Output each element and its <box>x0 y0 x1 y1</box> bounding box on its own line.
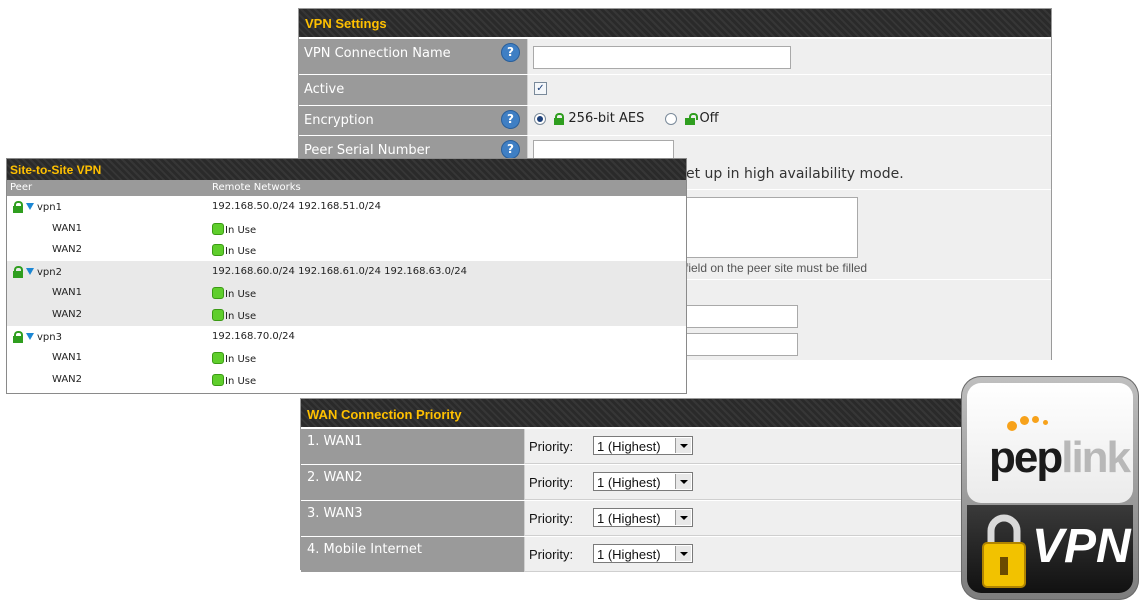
encryption-label: Encryption ? <box>299 106 527 135</box>
wan-name: WAN2 <box>52 308 83 320</box>
vpn-wordmark: VPN <box>1032 520 1131 573</box>
wan-label: 2. WAN2 <box>301 465 524 500</box>
wan-status: In Use <box>225 246 257 258</box>
peer-name: vpn3 <box>37 331 62 343</box>
lock-closed-icon <box>13 201 23 213</box>
site-to-site-vpn-panel: Site-to-Site VPN Peer Remote Networks vp… <box>6 158 687 394</box>
status-green-icon <box>212 373 224 386</box>
priority-label: Priority: <box>529 511 574 526</box>
wan-priority-row: 3. WAN3 Priority: 1 (Highest) <box>301 500 1001 536</box>
dropdown-arrow-icon[interactable] <box>675 510 691 525</box>
peer-row-vpn1[interactable]: vpn1 192.168.50.0/24 192.168.51.0/24 <box>7 196 686 218</box>
wan-status-row: WAN2 In Use <box>7 303 686 326</box>
status-green-icon <box>212 244 224 257</box>
wan-status-row: WAN1 In Use <box>7 347 686 369</box>
wan-status: In Use <box>225 224 257 236</box>
peer-row-vpn2[interactable]: vpn2 192.168.60.0/24 192.168.61.0/24 192… <box>7 260 686 283</box>
vpn-connection-name-input[interactable] <box>533 46 791 69</box>
wan-status-row: WAN1 In Use <box>7 218 686 240</box>
wan-priority-panel: WAN Connection Priority 1. WAN1 Priority… <box>300 398 1002 572</box>
peer-name: vpn1 <box>37 202 62 213</box>
remote-networks: 192.168.60.0/24 192.168.61.0/24 192.168.… <box>212 265 468 277</box>
lock-closed-icon <box>13 330 23 343</box>
encryption-off-radio[interactable] <box>665 112 678 125</box>
priority-select[interactable]: 1 (Highest) <box>593 508 693 527</box>
active-checkbox[interactable]: ✓ <box>534 82 547 95</box>
wan-priority-row: 4. Mobile Internet Priority: 1 (Highest) <box>301 536 1001 572</box>
wan-status: In Use <box>225 375 257 387</box>
wan-name: WAN1 <box>52 352 83 364</box>
vpn-settings-title: VPN Settings <box>299 9 1051 37</box>
help-icon[interactable]: ? <box>501 140 520 159</box>
status-green-icon <box>212 352 224 365</box>
encryption-off-label: Off <box>699 111 719 126</box>
wan-status-row: WAN1 In Use <box>7 282 686 304</box>
priority-select[interactable]: 1 (Highest) <box>593 436 693 455</box>
vpn-connection-name-row: VPN Connection Name ? <box>299 38 1051 74</box>
wan-priority-title: WAN Connection Priority <box>301 399 1001 427</box>
status-green-icon <box>212 308 224 321</box>
site-to-site-column-header: Peer Remote Networks <box>7 180 686 196</box>
peer-name: vpn2 <box>37 266 62 278</box>
wan-priority-row: 1. WAN1 Priority: 1 (Highest) <box>301 428 1001 464</box>
wan-label: 4. Mobile Internet <box>301 537 524 572</box>
expand-triangle-icon[interactable] <box>26 267 34 275</box>
wan-name: WAN1 <box>52 222 83 234</box>
padlock-icon <box>982 514 1026 588</box>
vpn-connection-name-label: VPN Connection Name ? <box>299 39 527 74</box>
priority-label: Priority: <box>529 547 574 562</box>
priority-label: Priority: <box>529 475 574 490</box>
dropdown-arrow-icon[interactable] <box>675 474 691 489</box>
site-to-site-title: Site-to-Site VPN <box>7 159 686 180</box>
wan-name: WAN1 <box>52 287 83 299</box>
wan-status: In Use <box>225 354 257 366</box>
peer-column-header: Peer <box>10 182 33 193</box>
peplink-logo: peplink <box>989 433 1131 482</box>
encryption-row: Encryption ? 256-bit AES Off <box>299 105 1051 135</box>
lock-open-icon <box>685 112 699 125</box>
encryption-aes-label: 256-bit AES <box>568 111 645 126</box>
dropdown-arrow-icon[interactable] <box>675 438 691 453</box>
priority-label: Priority: <box>529 439 574 454</box>
remote-networks: 192.168.70.0/24 <box>212 330 295 342</box>
status-green-icon <box>212 287 224 300</box>
wan-name: WAN2 <box>52 373 83 385</box>
status-green-icon <box>212 222 224 235</box>
dropdown-arrow-icon[interactable] <box>675 546 691 561</box>
lock-closed-icon <box>13 265 23 278</box>
wan-status-row: WAN2 In Use <box>7 369 686 391</box>
expand-triangle-icon[interactable] <box>26 332 34 340</box>
active-row: Active ✓ <box>299 74 1051 105</box>
help-icon[interactable]: ? <box>501 43 520 62</box>
lock-closed-icon <box>554 112 565 125</box>
wan-label: 3. WAN3 <box>301 501 524 536</box>
remote-networks: 192.168.50.0/24 192.168.51.0/24 <box>212 201 381 212</box>
wan-name: WAN2 <box>52 244 83 256</box>
peer-row-vpn3[interactable]: vpn3 192.168.70.0/24 <box>7 326 686 348</box>
encryption-aes-radio[interactable] <box>534 112 546 125</box>
remote-networks-column-header: Remote Networks <box>212 182 301 193</box>
wan-status: In Use <box>225 289 257 301</box>
priority-select[interactable]: 1 (Highest) <box>593 544 693 563</box>
peer-field-note: field on the peer site must be filled <box>685 261 868 275</box>
help-icon[interactable]: ? <box>501 110 520 129</box>
expand-triangle-icon[interactable] <box>26 203 34 210</box>
ha-note: et up in high availability mode. <box>686 166 904 182</box>
wan-label: 1. WAN1 <box>301 429 524 464</box>
wan-status: In Use <box>225 310 257 322</box>
active-label: Active <box>299 75 527 105</box>
peplink-vpn-badge: peplink VPN <box>961 376 1139 600</box>
priority-select[interactable]: 1 (Highest) <box>593 472 693 491</box>
wan-status-row: WAN2 In Use <box>7 239 686 261</box>
wan-priority-row: 2. WAN2 Priority: 1 (Highest) <box>301 464 1001 500</box>
